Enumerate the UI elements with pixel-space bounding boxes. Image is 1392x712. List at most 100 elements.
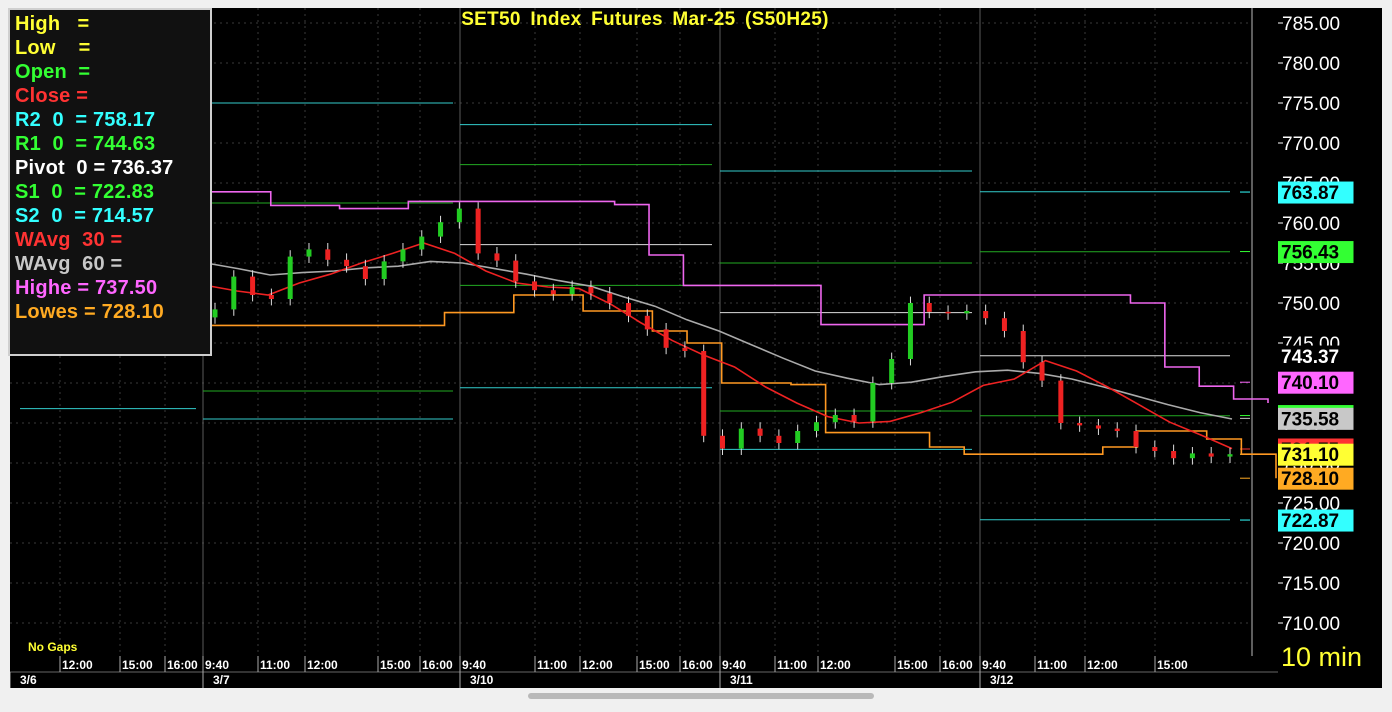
candle[interactable] <box>550 283 556 301</box>
candle[interactable] <box>287 250 293 306</box>
candle-body <box>1039 362 1045 381</box>
candle-body <box>757 428 763 436</box>
scrollbar-thumb[interactable] <box>528 693 874 699</box>
horizontal-scrollbar[interactable] <box>10 689 1382 703</box>
price-tag: 735.58 <box>1278 407 1354 430</box>
candle[interactable] <box>250 270 256 302</box>
candle[interactable] <box>907 296 913 366</box>
x-tick-label: 16:00 <box>422 658 453 672</box>
candle[interactable] <box>306 243 312 263</box>
x-tick-label: 12:00 <box>1087 658 1118 672</box>
candle-body <box>588 287 594 294</box>
candle[interactable] <box>1001 311 1007 338</box>
lowest-line <box>202 294 1277 479</box>
price-tag-label: 731.10 <box>1281 445 1339 466</box>
price-tag-label: 735.58 <box>1281 409 1339 430</box>
x-date-label: 3/10 <box>470 673 494 687</box>
x-tick-label: 12:00 <box>582 658 613 672</box>
candle-body <box>682 347 688 351</box>
candle[interactable] <box>1039 355 1045 387</box>
timeframe-label[interactable]: 10 min <box>1281 642 1362 673</box>
candle[interactable] <box>400 243 406 268</box>
candle[interactable] <box>1227 447 1233 463</box>
candle-body <box>1208 453 1214 457</box>
y-axis-panel: 785.00780.00775.00770.00765.00760.00755.… <box>1278 8 1382 688</box>
candle[interactable] <box>832 408 838 429</box>
candle[interactable] <box>381 255 387 286</box>
candle[interactable] <box>738 422 744 455</box>
candle-body <box>1077 423 1083 426</box>
candle[interactable] <box>494 247 500 267</box>
candle[interactable] <box>607 287 613 310</box>
candle[interactable] <box>663 323 669 355</box>
no-gaps-label: No Gaps <box>28 640 78 654</box>
candle-body <box>532 281 538 291</box>
x-tick-label: 16:00 <box>167 658 198 672</box>
candle-body <box>907 303 913 359</box>
candle[interactable] <box>1114 422 1120 438</box>
candle[interactable] <box>475 202 481 260</box>
y-axis: 785.00780.00775.00770.00765.00760.00755.… <box>1278 14 1354 635</box>
candle-body <box>456 208 462 223</box>
x-date-label: 3/11 <box>730 673 753 687</box>
candle[interactable] <box>456 202 462 229</box>
y-tick-label: 770.00 <box>1282 134 1340 155</box>
candle[interactable] <box>1020 324 1026 369</box>
candle[interactable] <box>776 429 782 450</box>
candle[interactable] <box>945 305 951 320</box>
candle[interactable] <box>1208 447 1214 463</box>
candle[interactable] <box>720 429 725 455</box>
candle[interactable] <box>983 304 989 325</box>
candle[interactable] <box>438 215 444 243</box>
legend-row: R1 0 = 744.63 <box>15 133 156 155</box>
price-tag-label: 756.43 <box>1281 243 1339 264</box>
price-tag: 731.10 <box>1278 443 1354 466</box>
wavg30-line <box>205 242 1233 450</box>
candle[interactable] <box>1171 444 1177 465</box>
candle[interactable] <box>588 280 594 300</box>
x-tick-label: 15:00 <box>122 658 153 672</box>
candle[interactable] <box>626 296 632 323</box>
candle-body <box>550 290 556 295</box>
candle-body <box>1133 431 1139 447</box>
candle[interactable] <box>926 296 932 319</box>
candle-body <box>212 309 218 318</box>
x-date-label: 3/7 <box>213 673 230 687</box>
candle[interactable] <box>795 424 801 450</box>
candle[interactable] <box>1152 440 1158 458</box>
candle[interactable] <box>757 422 763 443</box>
price-tag: 740.10 <box>1278 371 1354 394</box>
candle[interactable] <box>212 303 218 324</box>
candle-body <box>720 435 725 449</box>
candle-body <box>250 276 256 295</box>
candle[interactable] <box>1133 424 1139 454</box>
x-tick-label: 9:40 <box>982 658 1006 672</box>
chart-window: 785.00780.00775.00770.00765.00760.00755.… <box>0 0 1392 712</box>
candle-body <box>306 249 312 257</box>
x-tick-label: 12:00 <box>62 658 93 672</box>
candle-body <box>626 303 632 316</box>
candle[interactable] <box>419 230 425 256</box>
candle-body <box>644 315 650 330</box>
candle-body <box>776 435 782 443</box>
candle[interactable] <box>870 376 876 428</box>
candle[interactable] <box>701 344 707 443</box>
candle[interactable] <box>1077 416 1083 432</box>
candle[interactable] <box>532 275 538 297</box>
candle[interactable] <box>231 270 237 316</box>
candle[interactable] <box>362 259 368 286</box>
candle[interactable] <box>964 304 970 320</box>
candle-body <box>475 208 481 254</box>
x-tick-label: 16:00 <box>942 658 973 672</box>
candle[interactable] <box>1189 447 1195 465</box>
x-tick-label: 15:00 <box>897 658 928 672</box>
candle[interactable] <box>1095 419 1101 435</box>
candle[interactable] <box>1058 374 1064 430</box>
legend-row: Highe = 737.50 <box>15 277 158 299</box>
y-tick-label: 720.00 <box>1282 534 1340 555</box>
candle-body <box>569 287 575 295</box>
candle[interactable] <box>644 309 650 336</box>
x-tick-label: 11:00 <box>1037 658 1067 672</box>
candle-body <box>870 383 876 422</box>
legend-row: WAvg 30 = <box>15 229 129 251</box>
